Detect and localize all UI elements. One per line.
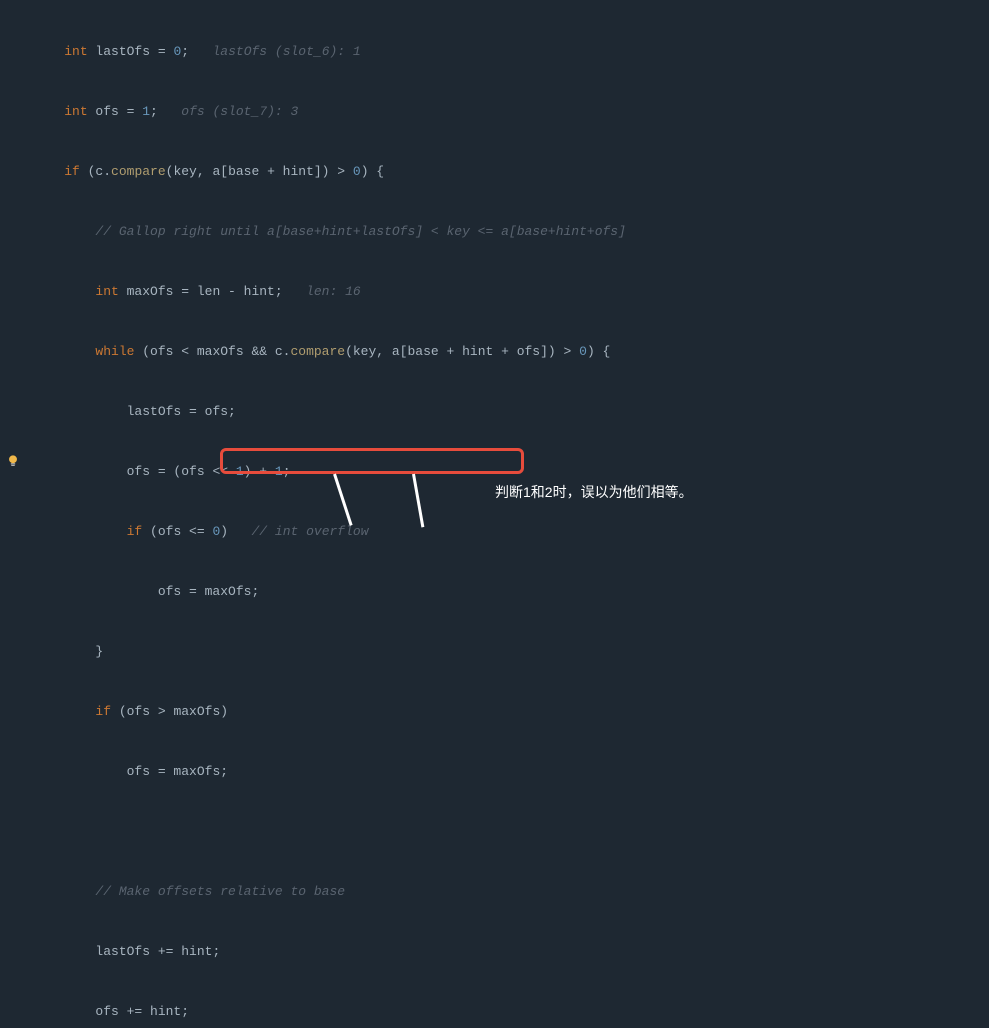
code-line[interactable]: } xyxy=(33,642,989,662)
code-editor[interactable]: int lastOfs = 0; lastOfs (slot_6): 1 int… xyxy=(0,0,989,1028)
editor-gutter xyxy=(0,0,33,514)
code-line[interactable]: // Gallop right until a[base+hint+lastOf… xyxy=(33,222,989,242)
debug-inline-hint: ofs (slot_7): 3 xyxy=(181,104,298,119)
code-line[interactable]: if (ofs > maxOfs) xyxy=(33,702,989,722)
code-line[interactable]: lastOfs += hint; xyxy=(33,942,989,962)
debug-inline-hint: lastOfs (slot_6): 1 xyxy=(212,44,360,59)
code-line[interactable]: if (c.compare(key, a[base + hint]) > 0) … xyxy=(33,162,989,182)
code-line[interactable]: ofs = maxOfs; xyxy=(33,582,989,602)
code-line[interactable] xyxy=(33,822,989,842)
debug-inline-hint: len: 16 xyxy=(306,284,361,299)
code-line[interactable]: // Make offsets relative to base xyxy=(33,882,989,902)
code-line[interactable]: int lastOfs = 0; lastOfs (slot_6): 1 xyxy=(33,42,989,62)
code-line[interactable]: lastOfs = ofs; xyxy=(33,402,989,422)
code-line[interactable]: while (ofs < maxOfs && c.compare(key, a[… xyxy=(33,342,989,362)
code-line[interactable]: int maxOfs = len - hint; len: 16 xyxy=(33,282,989,302)
code-line[interactable]: int ofs = 1; ofs (slot_7): 3 xyxy=(33,102,989,122)
code-line[interactable]: ofs = maxOfs; xyxy=(33,762,989,782)
code-line[interactable]: if (ofs <= 0) // int overflow xyxy=(33,522,989,542)
code-line[interactable]: ofs = (ofs << 1) + 1; xyxy=(33,462,989,482)
code-line[interactable]: ofs += hint; xyxy=(33,1002,989,1022)
intention-bulb-icon[interactable] xyxy=(6,454,20,468)
